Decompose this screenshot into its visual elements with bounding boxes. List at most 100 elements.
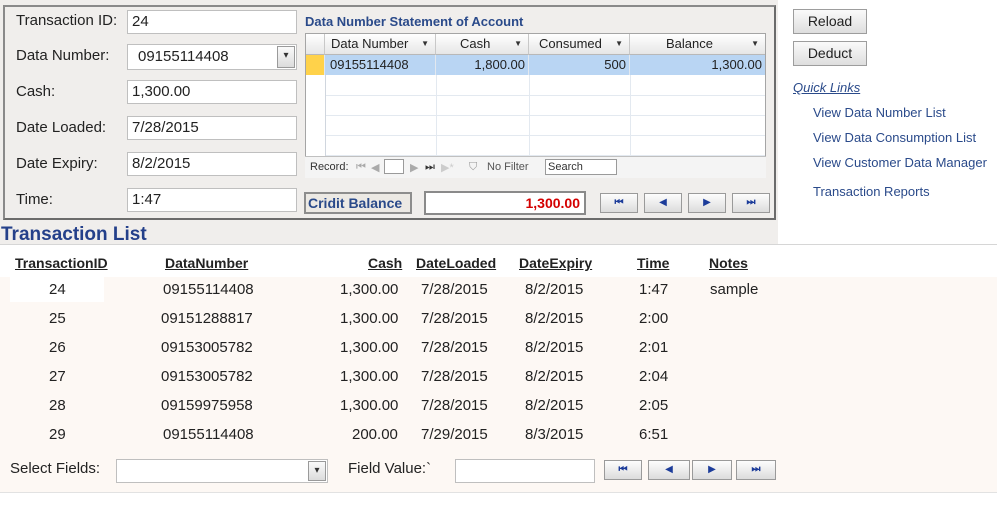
cell-cash[interactable]: 1,300.00 [340, 368, 398, 385]
table-row[interactable]: 09155114408 1,800.00 500 1,300.00 [306, 55, 765, 75]
data-number-combo[interactable]: 09155114408 ▾ [127, 44, 297, 70]
current-record-input[interactable] [384, 159, 404, 174]
column-header-balance[interactable]: Balance ▼ [630, 34, 765, 55]
prev-record-button[interactable]: ◀ [648, 460, 690, 480]
prev-record-icon[interactable]: ◀ [371, 161, 379, 174]
no-filter-label[interactable]: No Filter [487, 161, 529, 173]
last-record-button[interactable]: ⏭ [732, 193, 770, 213]
cell-data-number[interactable]: 09155114408 [163, 281, 254, 298]
column-header-cash[interactable]: Cash ▼ [436, 34, 529, 55]
cell-transaction-id[interactable]: 26 [49, 339, 66, 356]
link-data-consumption-list[interactable]: View Data Consumption List [813, 130, 976, 145]
cell-date-expiry[interactable]: 8/2/2015 [525, 339, 583, 356]
cell-time[interactable]: 2:05 [639, 397, 668, 414]
cell-transaction-id[interactable]: 27 [49, 368, 66, 385]
next-icon: ▶ [703, 197, 711, 208]
cell-cash[interactable]: 200.00 [352, 426, 398, 443]
date-loaded-field[interactable]: 7/28/2015 [127, 116, 297, 140]
cell-date-loaded[interactable]: 7/28/2015 [421, 397, 488, 414]
cell-data-number[interactable]: 09151288817 [161, 310, 253, 327]
credit-balance-label: Cridit Balance [304, 192, 412, 214]
select-fields-value [117, 460, 121, 476]
last-record-button[interactable]: ⏭ [736, 460, 776, 480]
next-record-button[interactable]: ▶ [692, 460, 732, 480]
last-record-icon[interactable]: ⏭ [425, 161, 435, 174]
cell-date-expiry[interactable]: 8/2/2015 [525, 368, 583, 385]
header-time[interactable]: Time [637, 255, 669, 271]
cell-consumed[interactable]: 500 [529, 55, 630, 75]
cell-time[interactable]: 2:04 [639, 368, 668, 385]
cash-field[interactable]: 1,300.00 [127, 80, 297, 104]
dropdown-arrow-icon: ▼ [615, 39, 623, 48]
header-cash[interactable]: Cash [368, 255, 402, 271]
header-notes[interactable]: Notes [709, 255, 748, 271]
header-date-loaded[interactable]: DateLoaded [416, 255, 496, 271]
date-expiry-field[interactable]: 8/2/2015 [127, 152, 297, 176]
cell-transaction-id[interactable]: 29 [49, 426, 66, 443]
record-selector[interactable] [306, 55, 325, 75]
next-record-icon[interactable]: ▶ [410, 161, 418, 174]
grid-line [436, 75, 437, 156]
filter-icon: ⛉ [469, 161, 478, 173]
cell-time[interactable]: 2:00 [639, 310, 668, 327]
cell-cash[interactable]: 1,300.00 [340, 339, 398, 356]
cash-label: Cash: [16, 83, 56, 100]
time-field[interactable]: 1:47 [127, 188, 297, 212]
cell-data-number[interactable]: 09159975958 [161, 397, 253, 414]
cell-date-loaded[interactable]: 7/28/2015 [421, 339, 488, 356]
cell-data-number[interactable]: 09153005782 [161, 368, 253, 385]
cell-date-expiry[interactable]: 8/2/2015 [525, 310, 583, 327]
select-all-corner[interactable] [306, 34, 325, 55]
link-customer-data-manager[interactable]: View Customer Data Manager [813, 155, 987, 170]
column-header-label: Data Number [331, 36, 409, 51]
column-header-data-number[interactable]: Data Number ▼ [325, 34, 436, 55]
cell-date-loaded[interactable]: 7/29/2015 [421, 426, 488, 443]
prev-icon: ◀ [665, 464, 673, 475]
first-record-button[interactable]: ⏮ [600, 193, 638, 213]
cell-cash[interactable]: 1,300.00 [340, 397, 398, 414]
cell-date-expiry[interactable]: 8/2/2015 [525, 397, 583, 414]
last-icon: ⏭ [746, 197, 756, 208]
cell-balance[interactable]: 1,300.00 [630, 55, 765, 75]
cell-time[interactable]: 2:01 [639, 339, 668, 356]
cell-date-expiry[interactable]: 8/3/2015 [525, 426, 583, 443]
search-input[interactable]: Search [545, 159, 617, 175]
header-data-number[interactable]: DataNumber [165, 255, 248, 271]
field-value-input[interactable] [455, 459, 595, 483]
next-record-button[interactable]: ▶ [688, 193, 726, 213]
cell-time[interactable]: 1:47 [639, 281, 668, 298]
cell-data-number[interactable]: 09155114408 [325, 55, 436, 75]
link-data-number-list[interactable]: View Data Number List [813, 105, 946, 120]
new-record-icon[interactable]: ▶* [441, 161, 454, 174]
chevron-down-icon[interactable]: ▾ [308, 461, 326, 481]
column-header-consumed[interactable]: Consumed ▼ [529, 34, 630, 55]
header-date-expiry[interactable]: DateExpiry [519, 255, 592, 271]
cell-date-loaded[interactable]: 7/28/2015 [421, 310, 488, 327]
prev-record-button[interactable]: ◀ [644, 193, 682, 213]
link-transaction-reports[interactable]: Transaction Reports [813, 184, 930, 199]
cell-date-loaded[interactable]: 7/28/2015 [421, 368, 488, 385]
grid-line [325, 135, 765, 136]
transaction-id-field[interactable]: 24 [127, 10, 297, 34]
cell-data-number[interactable]: 09155114408 [163, 426, 254, 443]
cell-date-expiry[interactable]: 8/2/2015 [525, 281, 583, 298]
first-record-icon[interactable]: ⏮ [356, 161, 366, 174]
cell-date-loaded[interactable]: 7/28/2015 [421, 281, 488, 298]
first-record-button[interactable]: ⏮ [604, 460, 642, 480]
cell-transaction-id[interactable]: 28 [49, 397, 66, 414]
cell-time[interactable]: 6:51 [639, 426, 668, 443]
cell-data-number[interactable]: 09153005782 [161, 339, 253, 356]
reload-button[interactable]: Reload [793, 9, 867, 34]
cell-transaction-id[interactable]: 24 [49, 281, 66, 298]
select-fields-label: Select Fields: [10, 460, 101, 477]
cell-transaction-id[interactable]: 25 [49, 310, 66, 327]
cell-cash[interactable]: 1,300.00 [340, 281, 398, 298]
header-transaction-id[interactable]: TransactionID [15, 255, 108, 271]
cell-cash[interactable]: 1,300.00 [340, 310, 398, 327]
cell-notes[interactable]: sample [710, 281, 758, 298]
data-number-value: 09155114408 [138, 48, 229, 65]
chevron-down-icon[interactable]: ▾ [277, 46, 295, 68]
cell-cash[interactable]: 1,800.00 [436, 55, 529, 75]
deduct-button[interactable]: Deduct [793, 41, 867, 66]
select-fields-combo[interactable]: ▾ [116, 459, 328, 483]
